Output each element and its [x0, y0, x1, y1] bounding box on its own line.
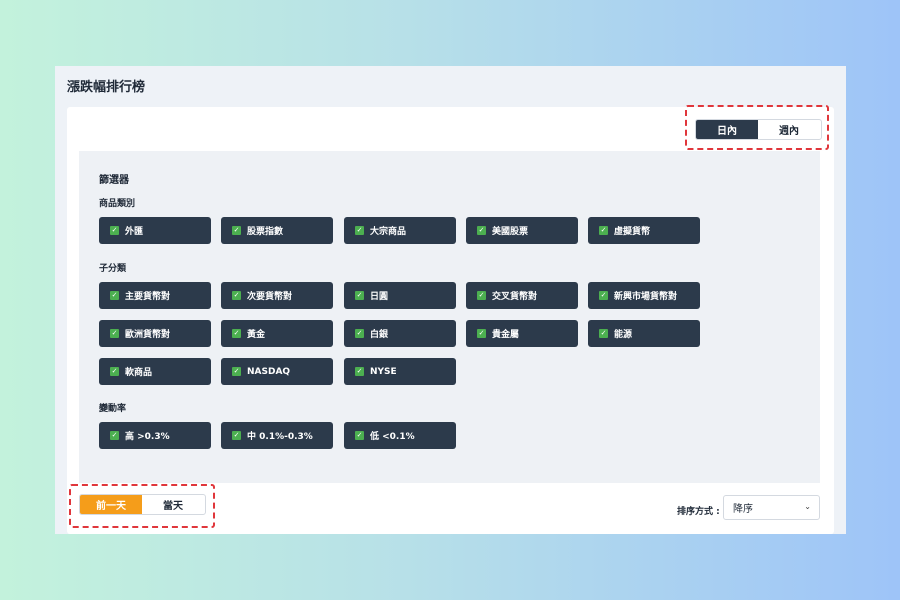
filter-chip[interactable]: ✓ 貴金屬 [466, 320, 578, 347]
filter-chip-label: 主要貨幣對 [125, 292, 171, 302]
filter-chip[interactable]: ✓ 低 <0.1% [344, 422, 456, 449]
checkbox-checked-icon: ✓ [477, 226, 486, 235]
filter-chip[interactable]: ✓ 主要貨幣對 [99, 282, 211, 309]
filter-chip-label: 中 0.1%-0.3% [247, 432, 313, 442]
filter-chip-label: 大宗商品 [370, 227, 407, 237]
checkbox-checked-icon: ✓ [110, 329, 119, 338]
checkbox-checked-icon: ✓ [232, 329, 241, 338]
checkbox-checked-icon: ✓ [355, 226, 364, 235]
sort-selected-value: 降序 [733, 504, 753, 515]
filter-chip[interactable]: ✓ 中 0.1%-0.3% [221, 422, 333, 449]
filter-chip[interactable]: ✓ 白銀 [344, 320, 456, 347]
checkbox-checked-icon: ✓ [599, 329, 608, 338]
filter-chip-label: 能源 [614, 330, 633, 340]
filter-chip-label: 次要貨幣對 [247, 292, 293, 302]
checkbox-checked-icon: ✓ [599, 291, 608, 300]
checkbox-checked-icon: ✓ [477, 329, 486, 338]
filter-chip-label: 新興市場貨幣對 [614, 292, 678, 302]
page-title: 漲跌幅排行榜 [67, 80, 146, 95]
checkbox-checked-icon: ✓ [232, 226, 241, 235]
filter-chip[interactable]: ✓ 股票指數 [221, 217, 333, 244]
highlight-box-day-toggle [69, 484, 215, 528]
filter-chip[interactable]: ✓ 日圓 [344, 282, 456, 309]
filter-chip[interactable]: ✓ NYSE [344, 358, 456, 385]
filter-chip-label: 貴金屬 [492, 330, 520, 340]
filter-chip[interactable]: ✓ 歐洲貨幣對 [99, 320, 211, 347]
filter-chip-label: 交叉貨幣對 [492, 292, 538, 302]
filter-chip-label: 軟商品 [125, 368, 153, 378]
filter-chip-label: 股票指數 [247, 227, 284, 237]
ranking-card: 漲跌幅排行榜 日內 週內 篩選器 商品類別 子分類 變動率 ✓ 外匯 ✓ 股票指數 ✓ 大… [55, 66, 846, 534]
filter-chip-label: 虛擬貨幣 [614, 227, 651, 237]
checkbox-checked-icon: ✓ [232, 367, 241, 376]
filter-title: 篩選器 [99, 175, 129, 186]
filter-chip[interactable]: ✓ 大宗商品 [344, 217, 456, 244]
section-label-category: 商品類別 [99, 199, 136, 209]
filter-chip[interactable]: ✓ 高 >0.3% [99, 422, 211, 449]
filter-chip[interactable]: ✓ 軟商品 [99, 358, 211, 385]
filter-chip-label: 日圓 [370, 292, 389, 302]
checkbox-checked-icon: ✓ [355, 329, 364, 338]
filter-chip-label: 低 <0.1% [370, 432, 415, 442]
checkbox-checked-icon: ✓ [355, 367, 364, 376]
checkbox-checked-icon: ✓ [110, 226, 119, 235]
chevron-down-icon: ⌄ [804, 502, 811, 511]
checkbox-checked-icon: ✓ [110, 367, 119, 376]
filter-chip-label: NYSE [370, 366, 397, 377]
filter-chip-label: 白銀 [370, 330, 389, 340]
filter-chip-label: 高 >0.3% [125, 432, 170, 442]
checkbox-checked-icon: ✓ [599, 226, 608, 235]
filter-chip-label: NASDAQ [247, 366, 291, 377]
filter-chip[interactable]: ✓ 黃金 [221, 320, 333, 347]
filter-chip-label: 黃金 [247, 330, 266, 340]
highlight-box-period-toggle [685, 105, 829, 150]
filter-chip[interactable]: ✓ NASDAQ [221, 358, 333, 385]
filter-chip[interactable]: ✓ 能源 [588, 320, 700, 347]
section-label-subcategory: 子分類 [99, 264, 127, 274]
filter-chip-label: 外匯 [125, 227, 144, 237]
filter-chip[interactable]: ✓ 美國股票 [466, 217, 578, 244]
filter-chip[interactable]: ✓ 交叉貨幣對 [466, 282, 578, 309]
sort-label: 排序方式 : [677, 507, 720, 517]
filter-chip-label: 歐洲貨幣對 [125, 330, 171, 340]
filter-chip[interactable]: ✓ 新興市場貨幣對 [588, 282, 700, 309]
filter-chip-label: 美國股票 [492, 227, 529, 237]
checkbox-checked-icon: ✓ [232, 291, 241, 300]
section-label-change-rate: 變動率 [99, 404, 127, 414]
sort-select[interactable]: 降序 ⌄ [723, 495, 820, 520]
checkbox-checked-icon: ✓ [355, 291, 364, 300]
checkbox-checked-icon: ✓ [110, 291, 119, 300]
checkbox-checked-icon: ✓ [110, 431, 119, 440]
filter-chip[interactable]: ✓ 外匯 [99, 217, 211, 244]
filter-chip[interactable]: ✓ 虛擬貨幣 [588, 217, 700, 244]
filter-panel: 篩選器 商品類別 子分類 變動率 ✓ 外匯 ✓ 股票指數 ✓ 大宗商品 ✓ 美國股票 ✓ 虛擬貨幣… [79, 151, 820, 483]
checkbox-checked-icon: ✓ [232, 431, 241, 440]
filter-chip[interactable]: ✓ 次要貨幣對 [221, 282, 333, 309]
content-panel: 日內 週內 篩選器 商品類別 子分類 變動率 ✓ 外匯 ✓ 股票指數 ✓ 大宗商品 ✓ 美國股… [67, 105, 834, 534]
checkbox-checked-icon: ✓ [355, 431, 364, 440]
checkbox-checked-icon: ✓ [477, 291, 486, 300]
